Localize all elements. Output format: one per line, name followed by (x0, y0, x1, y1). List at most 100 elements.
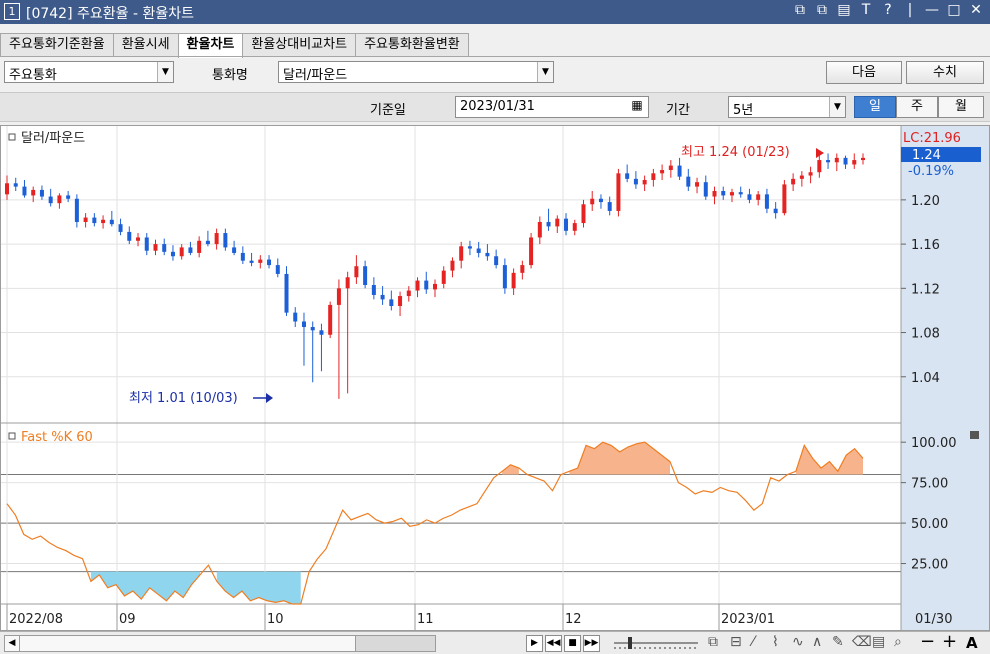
tab-rate-quotes[interactable]: 환율시세 (112, 33, 179, 57)
compare-icon[interactable]: ⊟ (730, 634, 742, 650)
price-legend: 달러/파운드 (21, 131, 85, 146)
date-value: 2023/01/31 (460, 99, 535, 114)
save-icon[interactable]: ▤ (872, 634, 885, 650)
window-title: [0742] 주요환율 - 환율차트 (26, 6, 194, 22)
rewind-icon[interactable]: ◀◀ (545, 635, 562, 652)
candle-body (756, 194, 761, 200)
date-input[interactable]: 2023/01/31 ▦ (455, 96, 649, 118)
candle-body (214, 233, 219, 245)
candle-body (293, 312, 298, 322)
change-label: -0.19% (908, 164, 954, 179)
chart-scrollbar[interactable]: ◀ (4, 635, 436, 652)
chevron-down-icon[interactable]: ▼ (157, 62, 173, 82)
search-icon[interactable]: ⌕ (894, 634, 902, 650)
period-week-button[interactable]: 주 (896, 96, 938, 118)
candle-body (572, 223, 577, 231)
legend-marker (8, 133, 16, 141)
candle-body (57, 195, 62, 204)
window-help-icon[interactable]: ? (880, 2, 896, 18)
zoom-slider[interactable] (612, 634, 702, 653)
candle-body (476, 248, 481, 253)
window-controls: ⧉ ⧉ ▤ T ? | — □ ✕ (792, 2, 984, 18)
next-button[interactable]: 다음 (826, 61, 902, 84)
window-print-icon[interactable]: ▤ (836, 2, 852, 18)
calendar-icon[interactable]: ▦ (628, 98, 646, 116)
x-tick-label: 12 (565, 612, 582, 627)
pencil-icon[interactable]: ✎ (832, 634, 844, 650)
candle-body (729, 192, 734, 196)
font-size-icon[interactable]: A (966, 634, 978, 652)
price-tick-label: 1.20 (911, 194, 940, 209)
lookup-button[interactable]: 수치 (906, 61, 984, 84)
eraser-icon[interactable]: ⌫ (852, 634, 872, 650)
wave-icon[interactable]: ∿ (792, 634, 804, 650)
date-label: 기준일 (370, 103, 406, 118)
window-link-icon[interactable]: ⧉ (792, 2, 808, 18)
candle-body (240, 252, 245, 261)
range-value: 5년 (733, 103, 754, 118)
candle-body (74, 198, 79, 222)
candle-body (511, 272, 516, 289)
x-tick-label: 2022/08 (9, 612, 63, 627)
chart-type-icon[interactable]: ⧉ (708, 634, 718, 650)
high-arrow-icon (816, 148, 824, 158)
window-font-icon[interactable]: T (858, 2, 874, 18)
candle-body (249, 260, 254, 263)
candle-body (83, 217, 88, 222)
category-select[interactable]: 주요통화 ▼ (4, 61, 174, 83)
candle-body (118, 224, 123, 232)
scroll-left-icon[interactable]: ◀ (5, 636, 20, 651)
tab-divider (0, 56, 990, 57)
price-tick-label: 1.04 (911, 371, 940, 386)
candle-body (747, 194, 752, 200)
range-select[interactable]: 5년 ▼ (728, 96, 846, 118)
x-tick-label: 11 (417, 612, 434, 627)
candle-body (843, 157, 848, 165)
price-tick-label: 1.16 (911, 238, 940, 253)
tab-rate-chart[interactable]: 환율차트 (177, 33, 244, 58)
candle-body (555, 218, 560, 227)
period-month-button[interactable]: 월 (938, 96, 984, 118)
indicator-icon[interactable]: ∧ (812, 634, 822, 650)
price-tick-label: 1.12 (911, 282, 940, 297)
trend-icon[interactable]: ⌇ (772, 634, 779, 650)
tab-rate-converter[interactable]: 주요통화환율변환 (355, 33, 469, 57)
chevron-down-icon[interactable]: ▼ (829, 97, 845, 117)
stop-icon[interactable]: ■ (564, 635, 581, 652)
window-copy-icon[interactable]: ⧉ (814, 2, 830, 18)
candle-body (380, 294, 385, 300)
candle-body (764, 194, 769, 209)
step-forward-icon[interactable]: ▶ (526, 635, 543, 652)
candle-body (633, 178, 638, 185)
window-maximize-icon[interactable]: □ (946, 2, 962, 18)
period-day-button[interactable]: 일 (854, 96, 896, 118)
candle-body (5, 183, 9, 195)
candle-body (13, 183, 18, 187)
candle-body (66, 195, 71, 199)
candle-body (188, 247, 193, 253)
zoom-in-icon[interactable]: + (942, 631, 957, 652)
chevron-down-icon[interactable]: ▼ (537, 62, 553, 82)
candle-body (406, 290, 411, 297)
candle-body (398, 296, 403, 307)
currency-select[interactable]: 달러/파운드 ▼ (278, 61, 554, 83)
scroll-thumb[interactable] (355, 636, 435, 651)
candle-body (861, 157, 865, 161)
exchange-rate-chart[interactable]: 2022/08 09 10 11 12 2023/01 01/30 1.20 1.16 1.12… (1, 126, 989, 630)
tab-major-currency-rate[interactable]: 주요통화기준환율 (0, 33, 114, 57)
window-close-icon[interactable]: ✕ (968, 2, 984, 18)
window-minimize-icon[interactable]: — (924, 2, 940, 18)
currency-value: 달러/파운드 (283, 68, 348, 83)
candle-body (817, 160, 822, 173)
tab-relative-chart[interactable]: 환율상대비교차트 (242, 33, 357, 57)
zoom-out-icon[interactable]: − (920, 631, 935, 652)
candle-body (336, 288, 341, 305)
candle-body (607, 202, 612, 211)
x-tick-label: 01/30 (915, 612, 952, 627)
fast-forward-icon[interactable]: ▶▶ (583, 635, 600, 652)
candle-body (232, 247, 237, 253)
candle-body (389, 299, 394, 307)
chart-area[interactable]: 2022/08 09 10 11 12 2023/01 01/30 1.20 1.16 1.12… (0, 125, 990, 631)
draw-line-icon[interactable]: ⁄ (752, 634, 754, 650)
x-tick-label: 10 (267, 612, 284, 627)
